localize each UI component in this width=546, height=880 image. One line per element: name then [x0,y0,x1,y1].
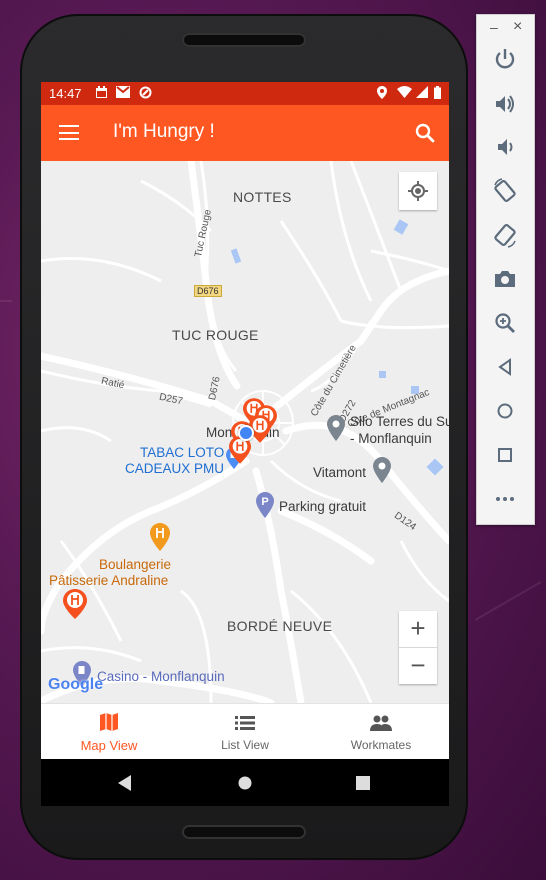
volume-up-icon [496,95,514,113]
overview-button[interactable] [491,441,519,469]
poi-label-vitamont: Vitamont [313,465,367,480]
desktop-decoration [0,300,12,302]
nav-workmates[interactable]: Workmates [313,704,449,760]
menu-icon[interactable] [59,125,79,140]
signal-icon [416,86,428,101]
place-label-borde-neuve: BORDÉ NEUVE [227,618,333,634]
power-button[interactable] [491,45,519,73]
nav-list-view[interactable]: List View [177,704,313,760]
poi-label-parking: Parking gratuit [279,499,367,514]
place-label-nottes: NOTTES [233,189,292,205]
people-icon [370,715,392,731]
power-icon [495,49,515,69]
desktop-decoration [474,581,542,621]
camera-icon [495,271,515,287]
my-location-button[interactable] [399,172,437,210]
poi-label-boulangerie: Pâtisserie Andraline [49,573,169,588]
home-icon[interactable] [238,776,252,790]
overview-square-icon [498,448,512,462]
recents-icon[interactable] [356,776,370,790]
volume-down-icon [498,139,513,155]
emulator-toolbar: – × [476,14,535,525]
search-icon[interactable] [413,121,437,145]
volume-down-button[interactable] [491,133,519,161]
map-view[interactable]: Tuc Rouge D676 D676 Ratié D257 Côte du C… [41,161,449,703]
data-saver-icon [139,86,152,102]
app-bar: I'm Hungry ! [41,105,449,161]
more-button[interactable] [491,485,519,513]
rotate-right-button[interactable] [491,221,519,249]
poi-label-tabac: TABAC LOTO [140,445,225,460]
home-button[interactable] [491,397,519,425]
system-navigation-bar [41,759,449,806]
place-label-tuc-rouge: TUC ROUGE [172,327,259,343]
rotate-left-icon [494,178,516,203]
status-time: 14:47 [49,86,82,101]
minimize-button[interactable]: – [490,19,498,35]
poi-label-casino: Casino - Monflanquin [97,669,225,684]
more-horizontal-icon [496,497,514,501]
phone-screen: 14:47 I'm Hungry ! Tuc Rouge D676 D676 R… [41,82,449,806]
nav-label: Map View [80,738,138,753]
status-bar: 14:47 [41,82,449,105]
app-title: I'm Hungry ! [113,121,215,142]
volume-up-button[interactable] [491,90,519,118]
current-location-dot [238,425,254,441]
zoom-button[interactable] [491,309,519,337]
map-icon [100,713,118,731]
zoom-in-button[interactable]: + [399,611,437,648]
svg-text:P: P [261,496,268,508]
screenshot-button[interactable] [491,265,519,293]
top-speaker [182,33,306,47]
poi-label-silo: Silo Terres du Sud [350,414,449,429]
poi-label-tabac: CADEAUX PMU [125,461,225,476]
crosshair-icon [408,181,428,201]
calendar-icon [95,86,108,102]
location-status-icon [377,86,387,102]
wifi-icon [397,86,412,101]
back-button[interactable] [491,353,519,381]
gmail-icon [116,86,130,101]
back-icon[interactable] [118,775,132,791]
google-logo: Google [48,676,104,693]
rotate-right-icon [494,223,516,248]
home-circle-icon [497,403,513,419]
zoom-out-button[interactable]: − [399,648,437,684]
rotate-left-button[interactable] [491,177,519,205]
nav-label: Workmates [350,738,412,752]
zoom-out-label: − [410,650,426,680]
poi-label-boulangerie: Boulangerie [99,557,172,572]
nav-map-view[interactable]: Map View [41,704,177,760]
close-button[interactable]: × [513,18,522,36]
back-triangle-icon [498,358,511,376]
nav-label: List View [221,738,269,752]
poi-label-silo: - Monflanquin [350,431,432,446]
battery-icon [434,86,441,102]
list-icon [235,716,255,730]
bottom-speaker [182,825,306,839]
zoom-in-icon [495,313,515,333]
road-badge: D676 [194,285,222,297]
zoom-in-label: + [410,613,426,643]
bottom-navigation: Map View List View Workmates [41,703,449,760]
